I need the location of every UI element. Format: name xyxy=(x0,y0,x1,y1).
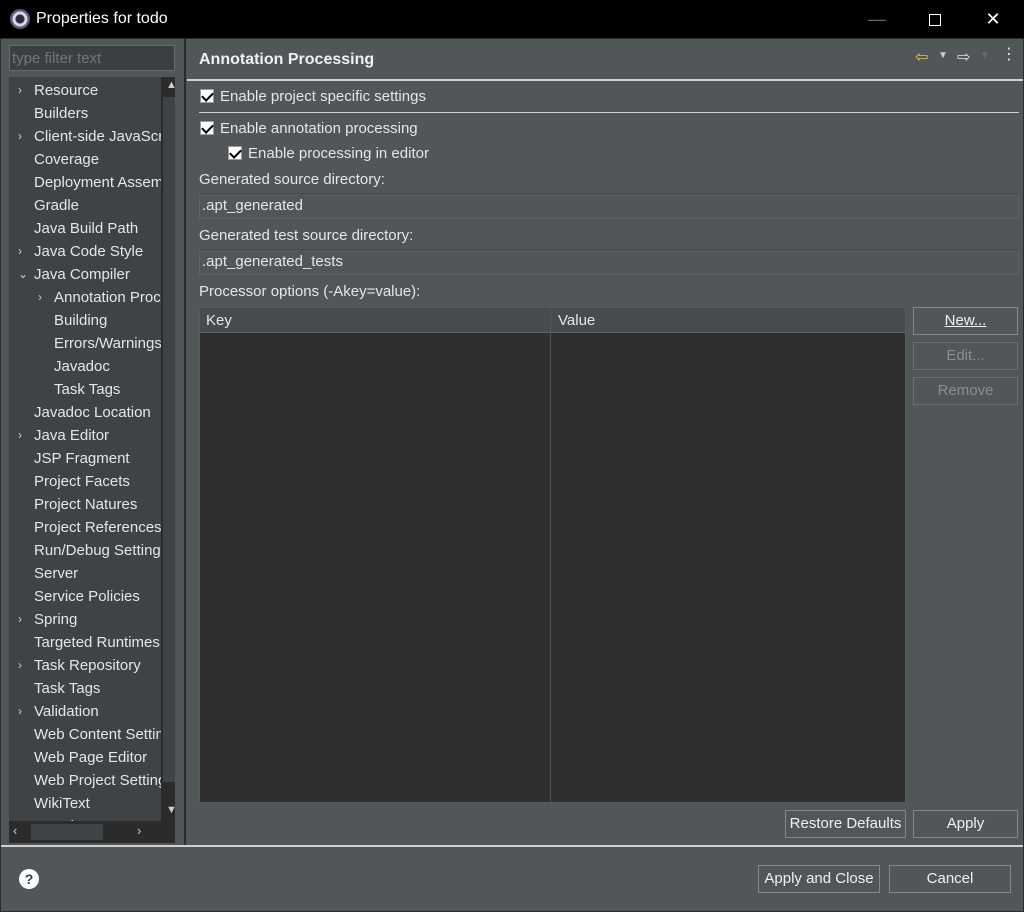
restore-defaults-button[interactable]: Restore Defaults xyxy=(785,810,906,838)
filter-input[interactable] xyxy=(9,45,175,71)
tree-item[interactable]: Gradle xyxy=(34,194,161,217)
close-button[interactable]: ✕ xyxy=(964,0,1022,38)
enable-annotation-processing-checkbox[interactable]: Enable annotation processing xyxy=(200,120,418,140)
maximize-icon xyxy=(929,14,941,27)
collapsed-arrow-icon[interactable]: › xyxy=(18,125,28,143)
tree-item[interactable]: Task Tags xyxy=(34,677,161,700)
processor-options-label: Processor options (-Akey=value): xyxy=(199,283,421,300)
splitter[interactable] xyxy=(184,39,186,845)
back-arrow-icon[interactable]: ⇦ xyxy=(915,47,928,67)
tree-item[interactable]: Java Build Path xyxy=(34,217,161,240)
back-dropdown-icon[interactable]: ▼ xyxy=(938,50,948,61)
footer-divider xyxy=(1,845,1023,847)
collapsed-arrow-icon[interactable]: › xyxy=(38,286,48,304)
generated-source-dir-field[interactable]: .apt_generated xyxy=(199,193,1019,219)
tree-item[interactable]: Java Code Style xyxy=(34,240,161,263)
enable-project-specific-checkbox[interactable]: Enable project specific settings xyxy=(200,88,426,108)
tree-item[interactable]: Web Project Settings xyxy=(34,769,161,792)
tree-item[interactable]: Server xyxy=(34,562,161,585)
collapsed-arrow-icon[interactable]: › xyxy=(18,424,28,442)
new-button-label: New... xyxy=(944,312,987,329)
tree-item[interactable]: Web Content Settings xyxy=(34,723,161,746)
scroll-right-icon[interactable]: › xyxy=(137,823,141,838)
help-icon[interactable]: ? xyxy=(19,869,39,889)
remove-button[interactable]: Remove xyxy=(913,377,1018,405)
tree-item[interactable]: Javadoc Location xyxy=(34,401,161,424)
edit-button[interactable]: Edit... xyxy=(913,342,1018,370)
tree-item[interactable]: Service Policies xyxy=(34,585,161,608)
scroll-up-icon[interactable]: ▲ xyxy=(166,79,175,91)
scroll-down-icon[interactable]: ▼ xyxy=(166,804,175,816)
tree-item[interactable]: Java Compiler xyxy=(34,263,161,286)
collapsed-arrow-icon[interactable]: › xyxy=(18,654,28,672)
title-bar: Properties for todo — ✕ xyxy=(0,0,1024,38)
scroll-left-icon[interactable]: ‹ xyxy=(13,823,17,838)
generated-source-dir-label: Generated source directory: xyxy=(199,171,385,188)
tree-vertical-scrollbar[interactable]: ▲ ▼ xyxy=(161,77,175,843)
checkbox-label: Enable project specific settings xyxy=(220,88,426,105)
tree-item[interactable]: Project References xyxy=(34,516,161,539)
tree-item[interactable]: Annotation Processing xyxy=(54,286,161,309)
section-divider xyxy=(199,112,1019,113)
tree-item[interactable]: Builders xyxy=(34,102,161,125)
tree-item[interactable]: Task Repository xyxy=(34,654,161,677)
tree-item[interactable]: Validation xyxy=(34,700,161,723)
tree-item[interactable]: Java Editor xyxy=(34,424,161,447)
enable-processing-in-editor-checkbox[interactable]: Enable processing in editor xyxy=(228,145,429,165)
tree-item[interactable]: Errors/Warnings xyxy=(54,332,161,355)
tree-item[interactable]: Project Facets xyxy=(34,470,161,493)
column-header-key[interactable]: Key xyxy=(206,312,232,329)
tree-item[interactable]: Web Page Editor xyxy=(34,746,161,769)
apply-and-close-button[interactable]: Apply and Close xyxy=(758,865,880,893)
generated-test-source-dir-label: Generated test source directory: xyxy=(199,227,414,244)
collapsed-arrow-icon[interactable]: › xyxy=(18,608,28,626)
tree-item[interactable]: Targeted Runtimes xyxy=(34,631,161,654)
tree-item[interactable]: Coverage xyxy=(34,148,161,171)
checkbox-checked-icon[interactable] xyxy=(200,121,214,135)
column-divider[interactable] xyxy=(550,308,551,802)
expanded-arrow-icon[interactable]: ⌄ xyxy=(18,263,28,281)
tree-item[interactable]: Project Natures xyxy=(34,493,161,516)
properties-dialog: ResourceBuildersClient-side JavaScriptCo… xyxy=(0,38,1024,912)
window-title: Properties for todo xyxy=(36,10,168,27)
scrollbar-thumb[interactable] xyxy=(163,97,175,782)
tree-item[interactable]: Deployment Assembly xyxy=(34,171,161,194)
collapsed-arrow-icon[interactable]: › xyxy=(18,240,28,258)
property-page-tree: ResourceBuildersClient-side JavaScriptCo… xyxy=(9,77,175,843)
checkbox-label: Enable annotation processing xyxy=(220,120,418,137)
tree-item[interactable]: Building xyxy=(54,309,161,332)
forward-dropdown-icon[interactable]: ▼ xyxy=(980,50,990,61)
checkbox-label: Enable processing in editor xyxy=(248,145,429,162)
view-menu-icon[interactable]: ⋮ xyxy=(1001,47,1017,63)
generated-test-source-dir-field[interactable]: .apt_generated_tests xyxy=(199,249,1019,275)
checkbox-checked-icon[interactable] xyxy=(228,146,242,160)
forward-arrow-icon[interactable]: ⇨ xyxy=(957,47,970,67)
cancel-button[interactable]: Cancel xyxy=(889,865,1011,893)
scrollbar-thumb[interactable] xyxy=(31,824,103,840)
tree-item[interactable]: JSP Fragment xyxy=(34,447,161,470)
column-header-value[interactable]: Value xyxy=(558,312,595,329)
tree-item[interactable]: Spring xyxy=(34,608,161,631)
eclipse-app-icon xyxy=(10,9,30,29)
tree-item[interactable]: WikiText xyxy=(34,792,161,815)
tree-horizontal-scrollbar[interactable]: ‹ › xyxy=(9,821,175,843)
minimize-button[interactable]: — xyxy=(848,0,906,38)
header-divider xyxy=(187,79,1023,81)
tree-item[interactable]: Run/Debug Settings xyxy=(34,539,161,562)
tree-item[interactable]: Resource xyxy=(34,79,161,102)
collapsed-arrow-icon[interactable]: › xyxy=(18,79,28,97)
tree-item[interactable]: Client-side JavaScript xyxy=(34,125,161,148)
new-button[interactable]: New... xyxy=(913,307,1018,335)
processor-options-table[interactable]: Key Value xyxy=(199,307,906,803)
tree-item[interactable]: Task Tags xyxy=(54,378,161,401)
checkbox-checked-icon[interactable] xyxy=(200,89,214,103)
table-header: Key Value xyxy=(200,308,905,333)
tree-item[interactable]: Javadoc xyxy=(54,355,161,378)
maximize-button[interactable] xyxy=(906,0,964,38)
apply-button[interactable]: Apply xyxy=(913,810,1018,838)
collapsed-arrow-icon[interactable]: › xyxy=(18,700,28,718)
page-title: Annotation Processing xyxy=(199,51,375,68)
